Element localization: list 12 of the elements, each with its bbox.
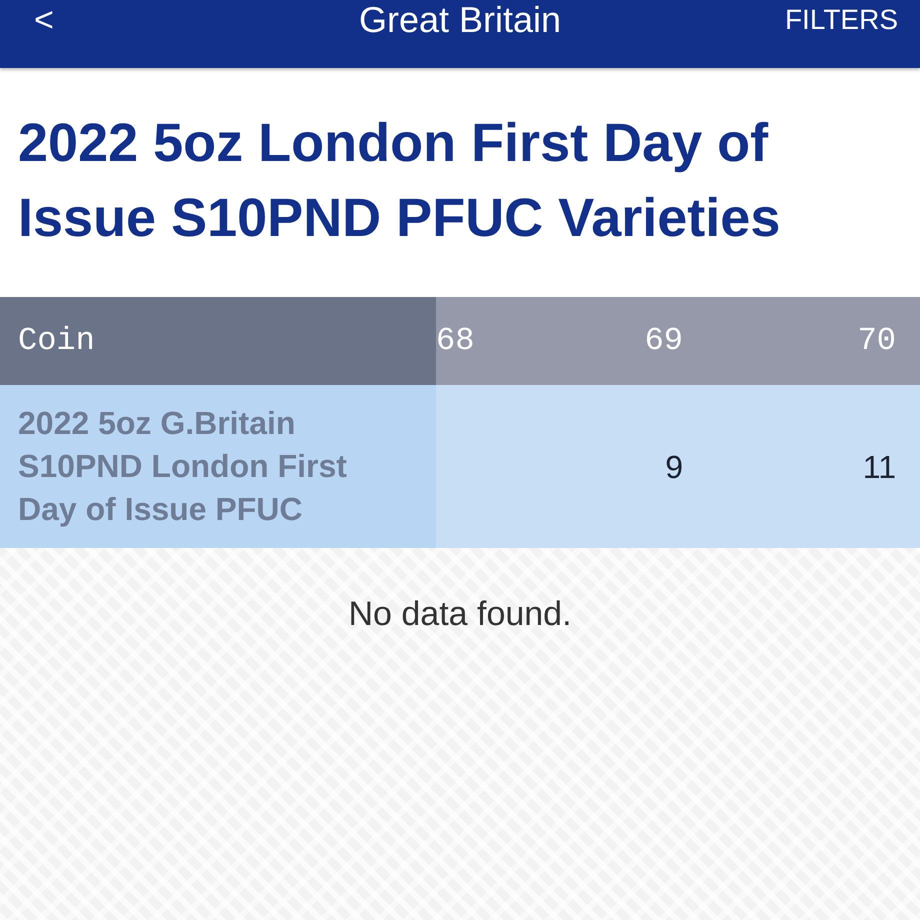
column-header-text: 68 [436,321,474,361]
table-cell: 2022 5oz G.Britain S10PND London First Day of Issue PFUC [0,385,436,548]
empty-message: No data found. [348,594,572,635]
column-header-text: Coin [18,321,95,361]
filters-button[interactable]: FILTERS [784,0,898,40]
table-cell: 11 [707,385,920,548]
header-title: Great Britain [358,0,562,40]
page-heading: 2022 5oz London First Day of Issue S10PND PFUC Varieties [17,112,782,250]
column-header-text: 69 [644,321,683,361]
back-button[interactable]: < [28,0,60,40]
column-header-text: 70 [858,321,896,361]
table-cell: 9 [494,385,707,548]
